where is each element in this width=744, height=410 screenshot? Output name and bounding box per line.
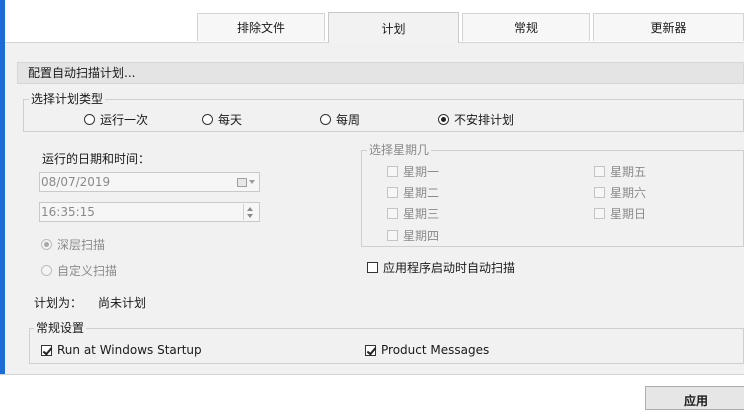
- checkbox-label: 星期六: [610, 186, 647, 200]
- checkbox-indicator: [387, 187, 398, 198]
- date-field[interactable]: 08/07/2019: [39, 172, 260, 192]
- radio-indicator: [320, 114, 331, 125]
- tab-exclusions[interactable]: 排除文件: [197, 13, 325, 41]
- radio-indicator: [41, 239, 52, 250]
- checkbox-product-messages[interactable]: Product Messages: [365, 343, 489, 357]
- checkbox-friday[interactable]: 星期五: [594, 163, 646, 180]
- radio-run-once[interactable]: 运行一次: [84, 111, 148, 128]
- radio-indicator: [41, 265, 52, 276]
- checkbox-run-at-startup[interactable]: Run at Windows Startup: [41, 343, 202, 357]
- calendar-dropdown-icon[interactable]: [237, 175, 257, 189]
- checkbox-indicator: [365, 344, 376, 356]
- checkbox-indicator: [41, 344, 52, 356]
- checkbox-label: Product Messages: [381, 343, 490, 357]
- time-spinner-icon[interactable]: [243, 204, 258, 220]
- radio-indicator: [438, 114, 449, 125]
- checkbox-label: 星期日: [610, 207, 647, 221]
- schedule-type-legend: 选择计划类型: [29, 92, 106, 106]
- date-value: 08/07/2019: [41, 175, 111, 189]
- tab-strip: 排除文件 计划 常规 更新器: [5, 0, 744, 43]
- checkbox-label: 星期二: [403, 186, 440, 200]
- checkbox-saturday[interactable]: 星期六: [594, 184, 646, 201]
- tab-label: 排除文件: [236, 21, 285, 35]
- checkbox-thursday[interactable]: 星期四: [387, 227, 439, 244]
- checkbox-indicator: [594, 187, 605, 198]
- apply-button-label: 应用: [683, 394, 708, 408]
- checkbox-label: 星期一: [403, 165, 440, 179]
- checkbox-indicator: [367, 262, 378, 273]
- schedule-status-value: 尚未计划: [98, 296, 147, 310]
- checkbox-indicator: [387, 166, 398, 177]
- time-value: 16:35:15: [41, 205, 95, 219]
- tab-general[interactable]: 常规: [462, 13, 590, 41]
- checkbox-label: Run at Windows Startup: [57, 343, 202, 357]
- radio-daily[interactable]: 每天: [202, 111, 242, 128]
- checkbox-startup-scan[interactable]: 应用程序启动时自动扫描: [367, 259, 515, 276]
- tab-label: 常规: [513, 21, 538, 35]
- checkbox-wednesday[interactable]: 星期三: [387, 205, 439, 222]
- checkbox-sunday[interactable]: 星期日: [594, 205, 646, 222]
- checkbox-label: 应用程序启动时自动扫描: [383, 261, 516, 275]
- apply-button[interactable]: 应用: [645, 386, 744, 410]
- radio-indicator: [202, 114, 213, 125]
- radio-label: 运行一次: [100, 113, 149, 127]
- radio-custom-scan[interactable]: 自定义扫描: [41, 262, 117, 279]
- radio-label: 自定义扫描: [57, 264, 118, 278]
- checkbox-label: 星期三: [403, 207, 440, 221]
- checkbox-indicator: [387, 230, 398, 241]
- schedule-status-label: 计划为：: [34, 296, 83, 310]
- radio-label: 不安排计划: [454, 113, 515, 127]
- tab-schedule[interactable]: 计划: [328, 12, 459, 43]
- checkbox-label: 星期四: [403, 229, 440, 243]
- checkbox-monday[interactable]: 星期一: [387, 163, 439, 180]
- run-datetime-label: 运行的日期和时间：: [42, 152, 151, 166]
- checkbox-indicator: [594, 208, 605, 219]
- radio-label: 深层扫描: [57, 238, 106, 252]
- checkbox-indicator: [594, 166, 605, 177]
- section-title: 配置自动扫描计划...: [17, 62, 744, 84]
- time-field[interactable]: 16:35:15: [39, 202, 260, 222]
- radio-label: 每周: [336, 113, 361, 127]
- radio-label: 每天: [218, 113, 243, 127]
- tab-label: 计划: [381, 21, 406, 36]
- checkbox-indicator: [387, 208, 398, 219]
- footer-bar: [0, 374, 744, 407]
- tab-updater[interactable]: 更新器: [593, 13, 744, 41]
- general-settings-legend: 常规设置: [34, 321, 87, 335]
- tab-label: 更新器: [650, 21, 687, 35]
- radio-no-schedule[interactable]: 不安排计划: [438, 111, 514, 128]
- checkbox-label: 星期五: [610, 165, 647, 179]
- weekdays-legend: 选择星期几: [367, 143, 432, 157]
- checkbox-tuesday[interactable]: 星期二: [387, 184, 439, 201]
- radio-deep-scan[interactable]: 深层扫描: [41, 236, 105, 253]
- radio-indicator: [84, 114, 95, 125]
- radio-weekly[interactable]: 每周: [320, 111, 360, 128]
